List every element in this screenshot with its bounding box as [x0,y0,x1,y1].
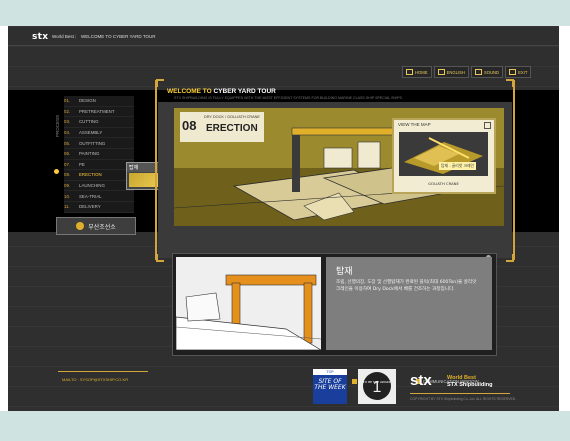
top-band [0,0,570,26]
sound-icon [474,69,482,75]
welcome-prefix: WELCOME TO [167,88,212,95]
menu-label: PAINTING [79,151,100,157]
active-marker-icon [54,169,59,174]
footer-rule [58,371,148,372]
menu-num: 04. [64,130,71,136]
nav-english[interactable]: ENGLISH [433,66,469,78]
menu-num: 01. [64,98,71,104]
site-container: stx World Best | WELCOME TO CYBER YARD T… [8,26,559,411]
menu-item-delivery[interactable]: 11. DELIVERY [64,201,134,213]
home-icon [406,69,413,75]
header-divider [8,45,559,46]
view-map-title: VIEW THE MAP [398,122,431,127]
copyright: COPYRIGHT BY STX Shipbuilding Co.,Ltd. A… [410,397,517,401]
menu-item-assembly[interactable]: 04. ASSEMBLY [64,127,134,139]
nav-home-label: HOME [415,69,428,75]
language-icon [437,69,445,75]
nav-sound[interactable]: SOUND [470,66,504,78]
menu-label: DESIGN [79,98,96,104]
menu-num: 05. [64,140,71,146]
map-tag: 탑재 - 골리앗 크레인 [439,162,476,170]
exit-icon [509,69,517,75]
footer-brand: stx [410,372,432,389]
frame-left-rule [155,80,157,260]
detail-description: 탑재 조립, 선행의장, 도장 및 선행탑재가 완료된 블럭(최대 600Ton… [326,257,492,350]
yard-map-image: 탑재 - 골리앗 크레인 [399,132,488,176]
nav-home[interactable]: HOME [402,66,432,78]
view-map-panel[interactable]: VIEW THE MAP 탑재 - 골리앗 크레인 GOLIATH CRANE [392,118,496,194]
menu-item-outfitting[interactable]: 05. OUTFITTING [64,138,134,149]
tag-title: WELCOME TO CYBER YARD TOUR [81,34,156,39]
menu-item-sea-trial[interactable]: 10. SEA-TRIAL [64,191,134,202]
menu-item-launching[interactable]: 09. LAUNCHING [64,180,134,192]
gallery-icon [352,379,357,384]
site-of-the-week-badge[interactable]: TOP SITE OF THE WEEK [313,369,347,404]
menu-label: LAUNCHING [79,183,105,189]
menu-label: ERECTION [79,172,102,178]
brand-logo[interactable]: stx [32,32,48,42]
tag-sep: | [75,34,77,39]
welcome-heading: WELCOME TO CYBER YARD TOUR [167,88,276,95]
welcome-subtitle: STX SHIPBUILDING IS FULLY EQUIPPED WITH … [174,96,403,100]
menu-item-cutting[interactable]: 03. CUTTING [64,117,134,128]
menu-num: 11. [64,204,70,210]
detail-title: 탑재 [336,267,353,277]
menu-item-pe[interactable]: 07. PE [64,159,134,171]
menu-label: DELIVERY [79,204,101,210]
popup-thumbnail [129,173,158,187]
award-badge[interactable]: 1 TO BE THE AWARD [358,369,396,404]
process-menu: 01. DESIGN 02. PRETREATMENT 03. CUTTING 04.… [64,96,134,213]
busan-shipyard-button[interactable]: 부산조선소 [56,217,136,235]
frame-right-rule [513,80,515,260]
menu-item-painting[interactable]: 06. PAINTING [64,148,134,160]
top-nav: HOME ENGLISH SOUND EXIT [402,66,532,78]
award-text: TO BE THE AWARD [362,380,392,384]
menu-label: CUTTING [79,119,99,125]
step-number: 08 [182,118,197,133]
welcome-title: CYBER YARD TOUR [213,88,276,95]
ship-icon [76,222,85,230]
erection-photo [176,257,321,350]
menu-item-design[interactable]: 01. DESIGN [64,96,134,107]
footer-world-best: World Best [447,375,476,381]
menu-label: PRETREATMENT [79,108,115,114]
footer-brand-rule [410,393,510,394]
menu-label: PE [79,161,85,167]
nav-exit-label: EXIT [518,69,528,75]
nav-sound-label: SOUND [483,69,500,75]
menu-num: 09. [64,183,71,189]
step-title: ERECTION [206,123,258,134]
tag-world-best: World Best [52,34,74,39]
menu-num: 10. [64,193,71,199]
step-subtitle: DRY DOCK / GOLLIATH CRANE [204,115,260,119]
process-label: PROCESS [55,114,60,137]
nav-exit[interactable]: EXIT [505,66,532,78]
footer-company: STX Shipbuilding [447,382,493,388]
menu-label: ASSEMBLY [79,130,103,136]
nav-english-label: ENGLISH [446,69,465,75]
mailto-link[interactable]: MAILTO : SYSOP@STXSHIP.CO.KR [62,377,128,382]
menu-label: SEA-TRIAL [79,193,102,199]
menu-item-pretreatment[interactable]: 02. PRETREATMENT [64,106,134,118]
menu-num: 08. [64,172,71,178]
detail-body: 조립, 선행의장, 도장 및 선행탑재가 완료된 블럭(최대 600Ton)을 … [336,280,477,292]
busan-shipyard-label: 부산조선소 [88,223,116,231]
badge-mid: SITE OF THE WEEK [314,378,346,391]
menu-label: OUTFITTING [79,140,106,146]
menu-num: 07. [64,161,71,167]
corner-bracket [156,254,164,262]
menu-num: 06. [64,151,71,157]
corner-bracket [506,254,514,262]
menu-num: 02. [64,108,71,114]
menu-num: 03. [64,119,71,125]
bottom-band [0,411,570,441]
menu-item-erection[interactable]: 08. ERECTION [64,170,134,181]
corner-bracket [506,79,514,87]
badge-top: TOP [313,369,347,375]
expand-icon[interactable] [484,122,491,129]
map-caption: GOLIATH CRANE [428,181,459,186]
corner-bracket [156,79,164,87]
